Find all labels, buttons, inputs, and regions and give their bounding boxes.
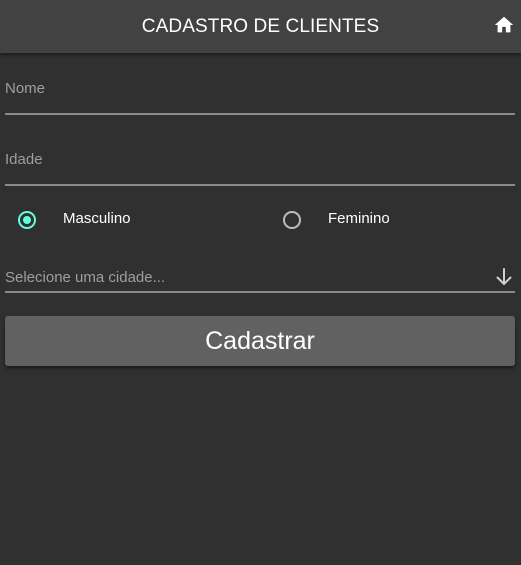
radio-button-unchecked[interactable] — [283, 211, 301, 229]
radio-dot — [23, 216, 31, 224]
age-field-underline — [5, 184, 515, 186]
radio-feminino[interactable]: Feminino — [283, 208, 443, 232]
home-icon — [494, 16, 514, 33]
radio-label-masculino: Masculino — [63, 210, 131, 227]
home-button[interactable] — [493, 14, 515, 36]
age-field[interactable]: Idade — [5, 141, 515, 187]
app-toolbar: CADASTRO DE CLIENTES — [0, 0, 521, 53]
name-input[interactable] — [5, 80, 515, 100]
city-select[interactable]: Selecione uma cidade... — [5, 262, 515, 294]
radio-masculino[interactable]: Masculino — [18, 208, 178, 232]
age-input[interactable] — [5, 151, 515, 171]
app-root: CADASTRO DE CLIENTES Nome Idade Masculin… — [0, 0, 521, 565]
radio-label-feminino: Feminino — [328, 210, 390, 227]
name-field-underline — [5, 113, 515, 115]
page-title: CADASTRO DE CLIENTES — [141, 16, 380, 37]
city-select-underline — [5, 291, 515, 293]
cadastrar-button[interactable]: Cadastrar — [5, 316, 515, 366]
name-field[interactable]: Nome — [5, 70, 515, 116]
radio-button-checked[interactable] — [18, 211, 36, 229]
arrow-down-icon — [496, 268, 512, 285]
city-select-placeholder: Selecione uma cidade... — [5, 269, 166, 286]
